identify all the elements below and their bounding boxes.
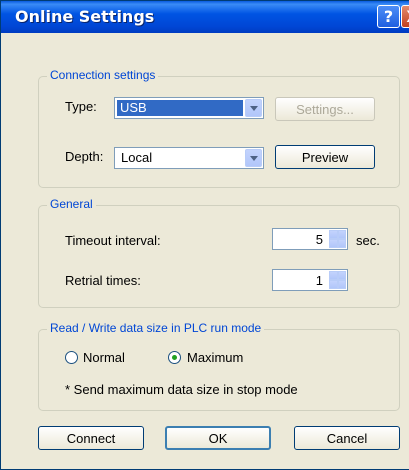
depth-select[interactable]: Local xyxy=(114,147,264,169)
online-settings-dialog: Online Settings ? X Connection settings … xyxy=(0,0,409,470)
settings-button[interactable]: Settings... xyxy=(275,97,375,121)
depth-dropdown-button[interactable] xyxy=(245,149,262,167)
retrial-arrows[interactable] xyxy=(329,271,346,289)
type-dropdown-button[interactable] xyxy=(245,99,262,117)
connection-settings-group: Connection settings xyxy=(38,68,400,188)
type-value: USB xyxy=(117,100,243,116)
title-bar[interactable]: Online Settings ? X xyxy=(1,1,409,33)
retrial-label: Retrial times: xyxy=(65,273,141,288)
close-button[interactable]: X xyxy=(401,5,409,28)
maximum-label[interactable]: Maximum xyxy=(187,350,243,365)
timeout-value: 5 xyxy=(315,232,323,247)
retrial-spinner[interactable]: 1 xyxy=(272,269,348,291)
timeout-unit: sec. xyxy=(356,233,380,248)
general-label: General xyxy=(47,197,96,211)
timeout-arrows[interactable] xyxy=(329,230,346,248)
normal-radio[interactable] xyxy=(65,351,78,364)
readwrite-label: Read / Write data size in PLC run mode xyxy=(47,321,265,335)
type-select[interactable]: USB xyxy=(114,97,264,119)
depth-value: Local xyxy=(121,150,153,165)
retrial-value: 1 xyxy=(315,273,323,288)
timeout-up-button[interactable] xyxy=(329,230,346,239)
arrow-up-icon xyxy=(336,230,339,239)
chevron-down-icon xyxy=(249,155,258,161)
normal-label[interactable]: Normal xyxy=(83,350,125,365)
arrow-up-icon xyxy=(336,271,339,280)
ok-button[interactable]: OK xyxy=(165,426,271,450)
cancel-button[interactable]: Cancel xyxy=(294,426,400,450)
timeout-spinner[interactable]: 5 xyxy=(272,228,348,250)
retrial-down-button[interactable] xyxy=(329,280,346,289)
depth-label: Depth: xyxy=(65,149,104,164)
stop-mode-note: * Send maximum data size in stop mode xyxy=(65,382,298,397)
type-label: Type: xyxy=(65,99,97,114)
retrial-up-button[interactable] xyxy=(329,271,346,280)
general-group: General xyxy=(38,197,400,308)
preview-button[interactable]: Preview xyxy=(275,145,375,169)
dialog-title: Online Settings xyxy=(15,7,155,26)
connection-settings-label: Connection settings xyxy=(47,68,159,82)
timeout-label: Timeout interval: xyxy=(65,233,161,248)
help-button[interactable]: ? xyxy=(377,5,400,28)
chevron-down-icon xyxy=(249,105,258,111)
readwrite-group: Read / Write data size in PLC run mode xyxy=(38,321,400,411)
timeout-down-button[interactable] xyxy=(329,239,346,248)
maximum-radio[interactable] xyxy=(168,351,181,364)
connect-button[interactable]: Connect xyxy=(38,426,144,450)
arrow-down-icon xyxy=(336,280,339,289)
arrow-down-icon xyxy=(336,239,339,248)
